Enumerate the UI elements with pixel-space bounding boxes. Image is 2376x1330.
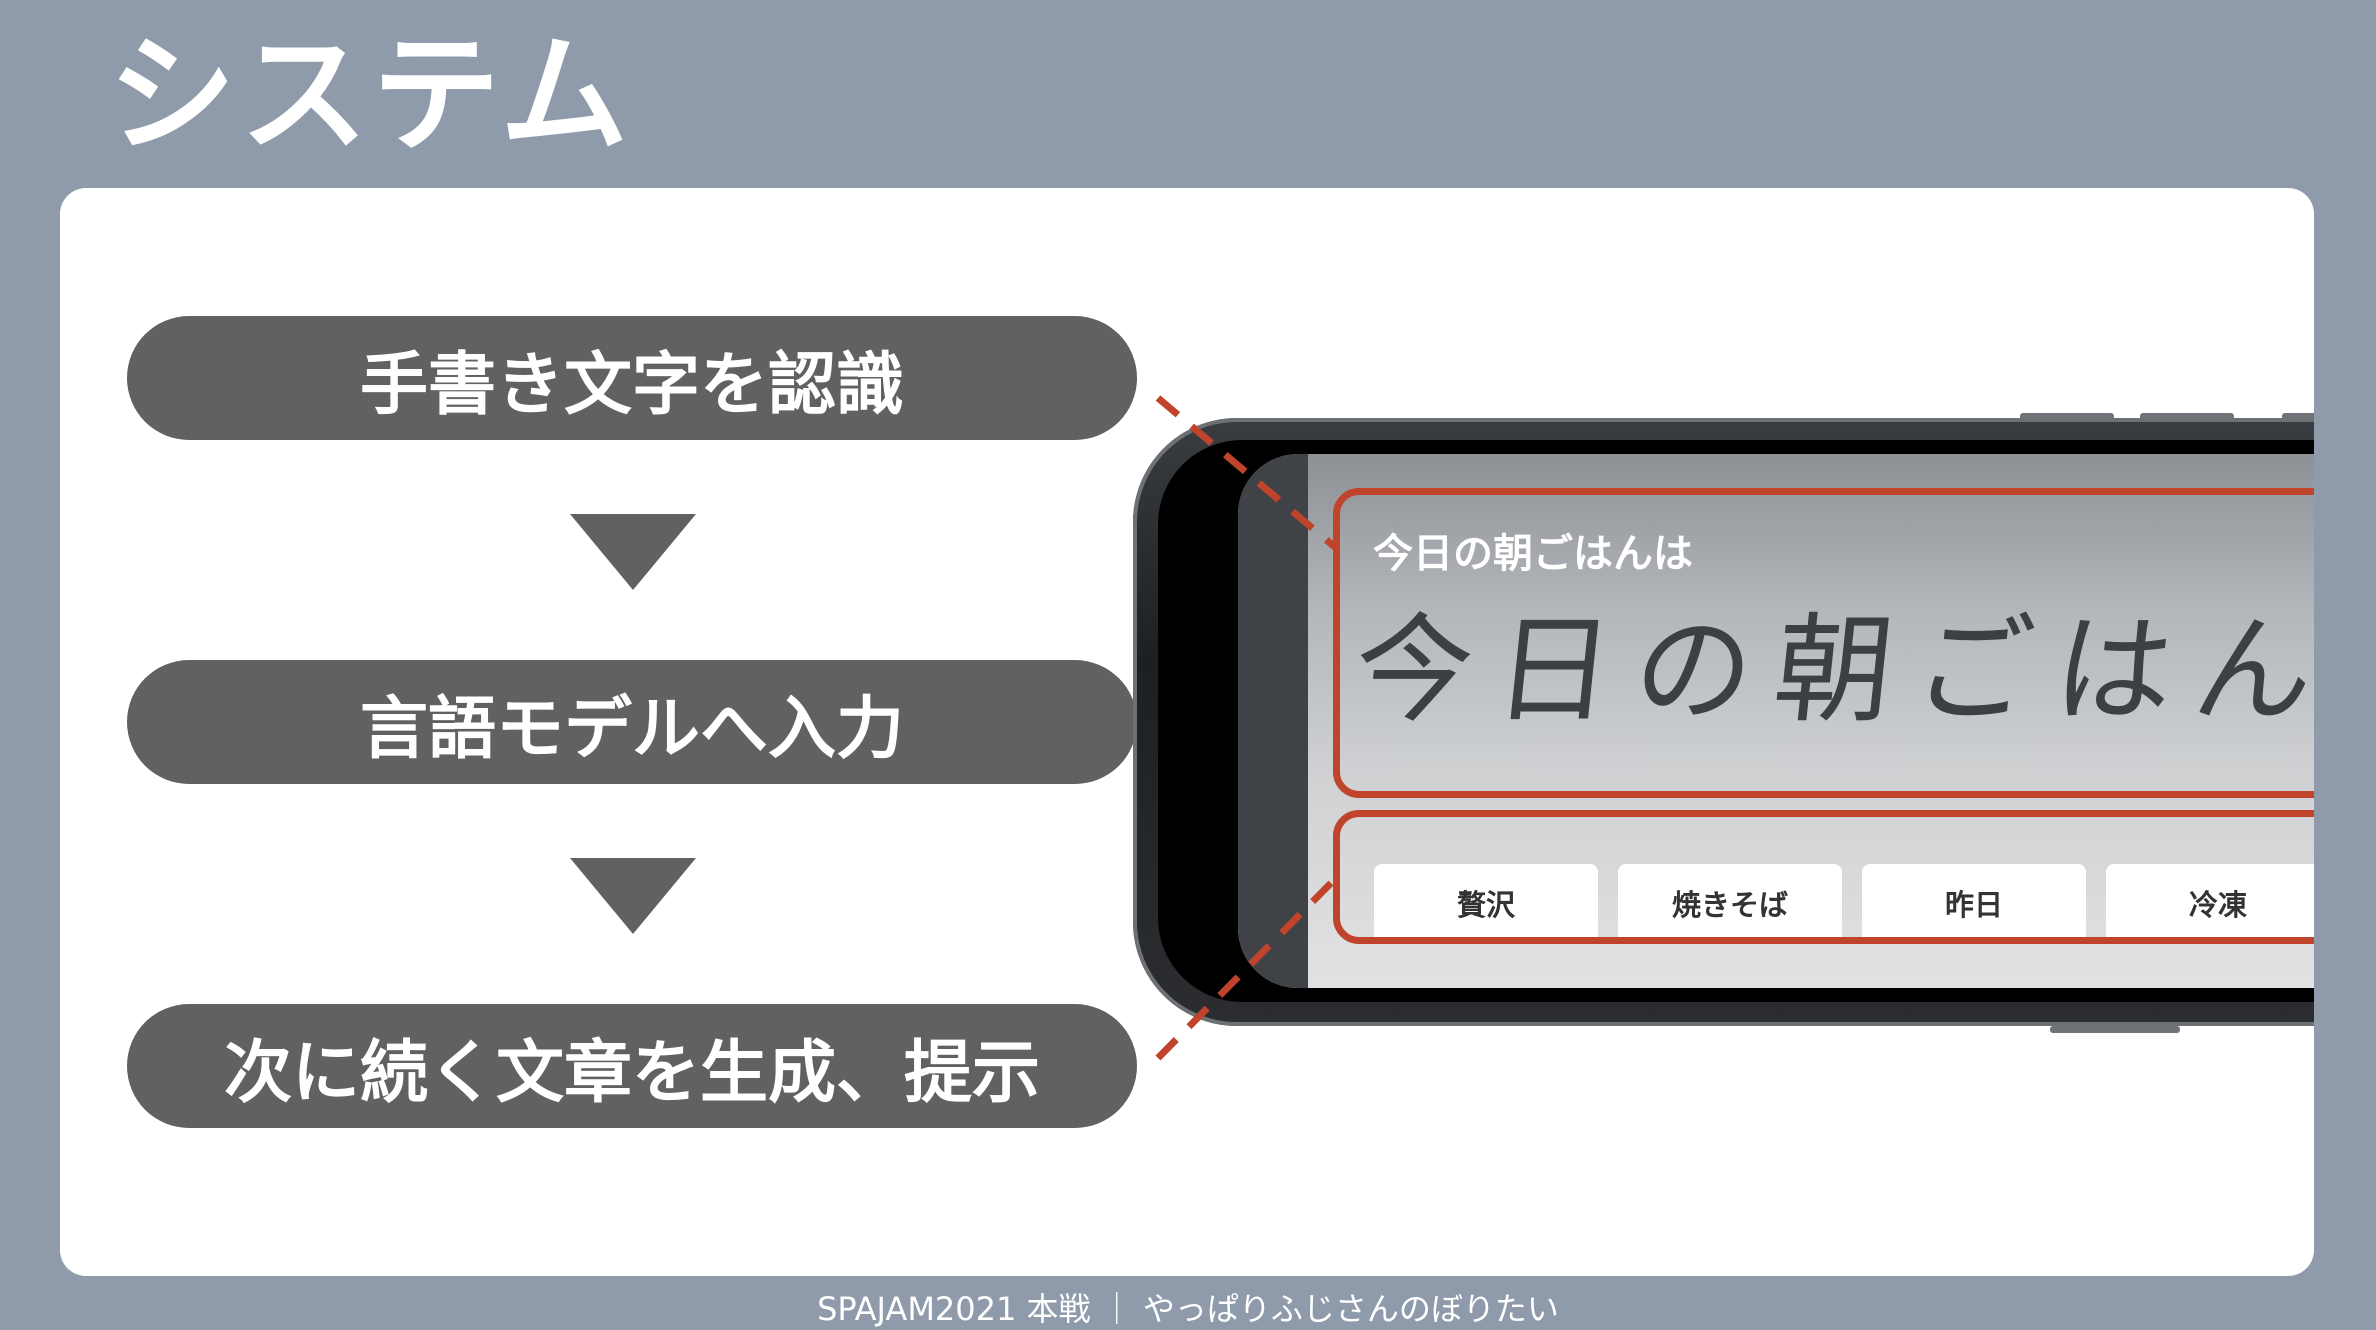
connector-lines (1155, 395, 1339, 1061)
connector-line-top (1155, 395, 1339, 551)
connector-line-bottom (1155, 875, 1339, 1061)
slide-footer: SPAJAM2021 本戦 ｜ やっぱりふじさんのぼりたい (817, 1290, 1559, 1328)
